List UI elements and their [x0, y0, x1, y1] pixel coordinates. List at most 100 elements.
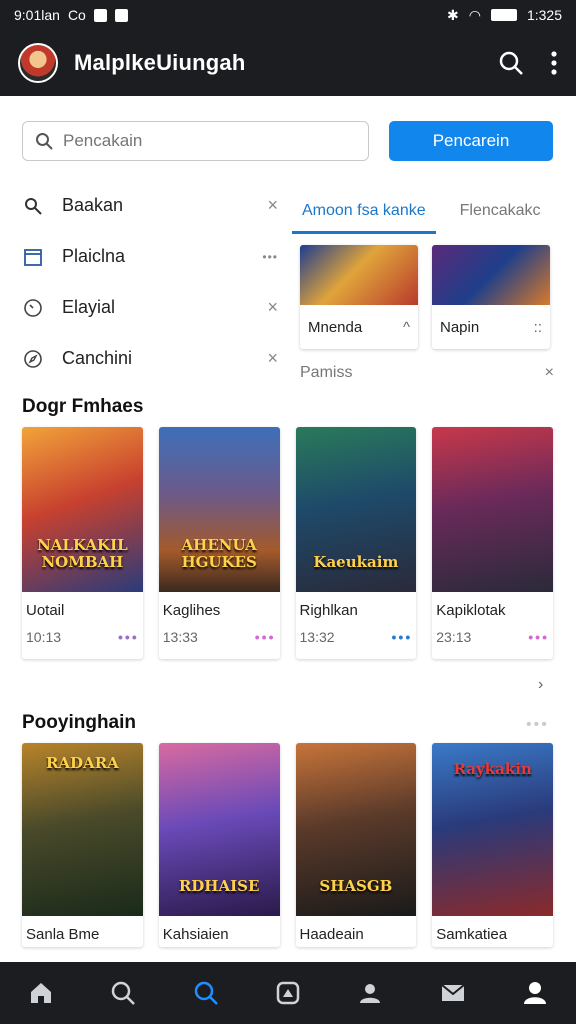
filter-label: Pamiss — [300, 364, 353, 381]
recent-item-label: Baakan — [62, 195, 124, 215]
compass-icon — [22, 348, 44, 370]
mini-card-art — [432, 245, 550, 305]
recent-item[interactable]: Elayial × — [22, 282, 278, 333]
clock-icon — [22, 297, 44, 319]
cover-title: AHENUA HGUKES — [181, 536, 257, 571]
search-active-icon[interactable] — [186, 973, 226, 1013]
close-icon[interactable]: × — [545, 364, 554, 382]
more-icon[interactable]: ••• — [526, 716, 549, 734]
recent-item[interactable]: Canchini × — [22, 333, 278, 384]
app-title: MalplkeUiungah — [74, 50, 246, 75]
status-carrier: Co — [67, 7, 86, 23]
battery-icon — [490, 9, 517, 21]
game-cover: Raykakin — [432, 743, 553, 916]
game-grid: NALKAKIL NOMBAH Uotail 10:13 ••• AHENUA … — [22, 427, 553, 659]
cover-title: RADARA — [45, 754, 119, 772]
game-card[interactable]: RADARA Sanla Bme — [22, 743, 143, 947]
game-time: 23:13 — [436, 629, 472, 645]
game-cover: RADARA — [22, 743, 143, 916]
avatar[interactable] — [18, 43, 58, 83]
bluetooth-icon: ✱ — [447, 6, 459, 23]
game-cover: RDHAISE — [158, 743, 280, 916]
library-icon[interactable] — [268, 973, 308, 1013]
close-icon[interactable]: × — [267, 297, 278, 318]
game-title: Sanla Bme — [26, 926, 100, 943]
section-title: Pooyinghain — [22, 712, 136, 733]
profile-icon[interactable] — [515, 973, 555, 1013]
app-bar: MalplkeUiungah — [0, 30, 576, 96]
game-title: Kaglihes — [162, 602, 221, 619]
search-icon — [36, 133, 53, 150]
more-icon[interactable]: ••• — [255, 629, 276, 645]
game-title: Haadeain — [299, 926, 364, 943]
game-title: Righlkan — [299, 602, 358, 619]
search-row: Pencarein — [22, 121, 553, 161]
search-input[interactable] — [63, 131, 343, 151]
status-bar: 9:01lan Co ✱ ◠ 1:325 — [0, 0, 576, 30]
more-icon[interactable]: ••• — [528, 629, 549, 645]
game-title: Uotail — [26, 602, 65, 619]
status-time: 9:01lan — [14, 7, 60, 23]
game-time: 13:32 — [299, 629, 335, 645]
game-card[interactable]: SHASGB Haadeain — [295, 743, 417, 947]
game-card[interactable]: AHENUA HGUKES Kaglihes 13:33 ••• — [158, 427, 280, 659]
game-cover: SHASGB — [295, 743, 417, 916]
more-vert-icon[interactable] — [550, 50, 558, 76]
mini-card-art — [300, 245, 418, 305]
game-card[interactable]: NALKAKIL NOMBAH Uotail 10:13 ••• — [22, 427, 143, 659]
wifi-icon: ◠ — [468, 6, 481, 23]
cover-title: NALKAKIL NOMBAH — [37, 536, 128, 571]
notification-icon-2 — [114, 8, 128, 22]
more-icon[interactable]: ••• — [262, 250, 278, 264]
game-card[interactable]: Kaeukaim Righlkan 13:32 ••• — [295, 427, 417, 659]
home-icon[interactable] — [21, 973, 61, 1013]
status-clock: 1:325 — [526, 7, 562, 23]
search-box[interactable] — [22, 121, 369, 161]
game-title: Samkatiea — [436, 926, 508, 943]
game-cover: AHENUA HGUKES — [158, 427, 280, 592]
cover-title: Raykakin — [453, 760, 532, 778]
search-button[interactable]: Pencarein — [389, 121, 553, 161]
game-title: Kahsiaien — [162, 926, 229, 943]
game-card[interactable]: Raykakin Samkatiea — [432, 743, 553, 947]
bottom-nav — [0, 962, 576, 1024]
mini-card[interactable]: Mnenda ^ — [300, 245, 418, 349]
grid-icon[interactable]: :: — [534, 319, 542, 336]
mail-icon[interactable] — [433, 973, 473, 1013]
more-icon[interactable]: ••• — [392, 629, 413, 645]
filter-row: Pamiss × — [300, 364, 554, 382]
recent-item[interactable]: Plaiclna ••• — [22, 231, 278, 282]
tab-bar: Amoon fsa kanke Flencakakc — [292, 190, 554, 234]
mini-card-title: Mnenda — [308, 318, 363, 336]
chevron-right-icon[interactable]: › — [538, 676, 543, 694]
section-title: Dogr Fmhaes — [22, 396, 144, 417]
mini-card-row: Mnenda ^ Napin :: — [300, 245, 550, 349]
game-cover — [432, 427, 553, 592]
mini-card-title: Napin — [440, 318, 480, 336]
search-icon — [22, 195, 44, 217]
close-icon[interactable]: × — [267, 195, 278, 216]
recent-item[interactable]: Baakan × — [22, 180, 278, 231]
calendar-icon — [22, 246, 44, 268]
close-icon[interactable]: × — [267, 348, 278, 369]
search-icon[interactable] — [498, 50, 524, 76]
search-icon[interactable] — [103, 973, 143, 1013]
mini-card[interactable]: Napin :: — [432, 245, 550, 349]
game-title: Kapiklotak — [436, 602, 506, 619]
recent-item-label: Canchini — [62, 348, 133, 368]
recent-search-list: Baakan × Plaiclna ••• Elayial × Canchini… — [22, 180, 278, 384]
chevron-up-icon[interactable]: ^ — [403, 319, 410, 336]
game-cover: Kaeukaim — [295, 427, 417, 592]
cover-title: SHASGB — [319, 876, 393, 895]
more-icon[interactable]: ••• — [118, 629, 139, 645]
friends-icon[interactable] — [350, 973, 390, 1013]
game-card[interactable]: Kapiklotak 23:13 ••• — [432, 427, 553, 659]
notification-icon — [93, 8, 107, 22]
game-time: 13:33 — [162, 629, 198, 645]
cover-title: Kaeukaim — [313, 552, 399, 571]
tab-search[interactable]: Flencakakc — [450, 190, 551, 234]
game-card[interactable]: RDHAISE Kahsiaien — [158, 743, 280, 947]
tab-popular[interactable]: Amoon fsa kanke — [292, 190, 436, 234]
recent-item-label: Plaiclna — [62, 246, 126, 266]
game-grid: RADARA Sanla Bme RDHAISE Kahsiaien SHASG… — [22, 743, 553, 947]
